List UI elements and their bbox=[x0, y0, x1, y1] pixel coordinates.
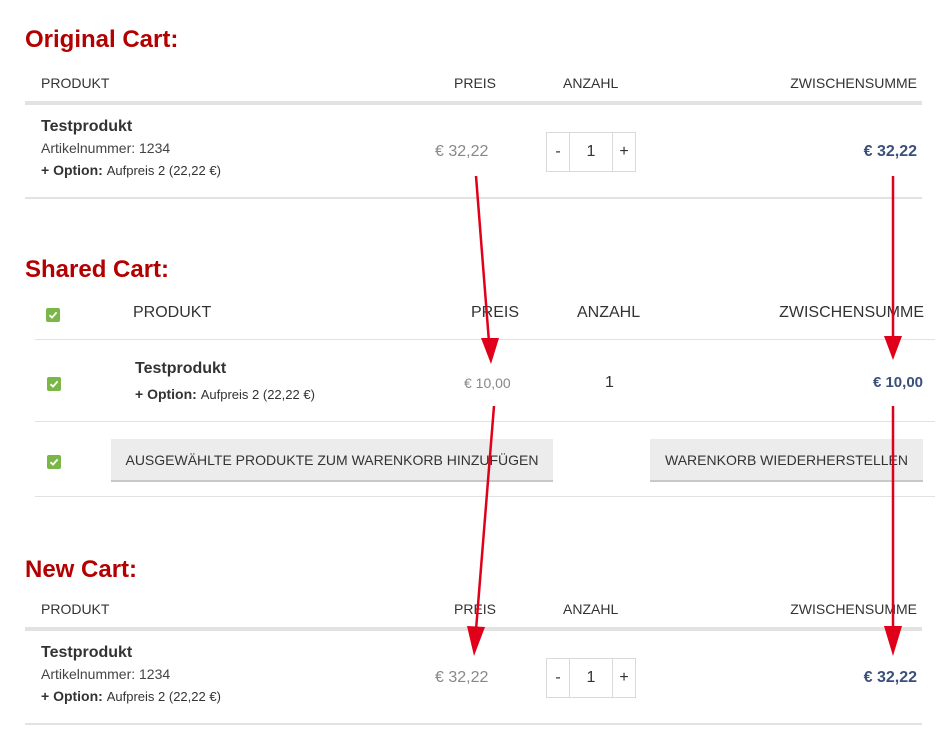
new-header-divider bbox=[25, 627, 922, 631]
check-icon bbox=[49, 458, 59, 466]
shared-row-divider bbox=[35, 421, 935, 422]
shared-cart-title: Shared Cart: bbox=[25, 256, 170, 283]
shared-header-subtotal: ZWISCHENSUMME bbox=[779, 304, 924, 321]
product-name: Testprodukt bbox=[41, 118, 133, 135]
price-arrow-1-head bbox=[481, 338, 499, 364]
original-header-price: PREIS bbox=[454, 75, 497, 91]
original-quantity-stepper[interactable]: - 1 + bbox=[546, 132, 636, 172]
shared-subtotal: € 10,00 bbox=[872, 374, 923, 391]
original-item-info: Testprodukt Artikelnummer: 1234 + Option… bbox=[41, 118, 221, 178]
new-item-info: Testprodukt Artikelnummer: 1234 + Option… bbox=[41, 644, 221, 704]
product-sku: Artikelnummer: 1234 bbox=[41, 140, 171, 156]
shared-header-qty: ANZAHL bbox=[577, 304, 641, 321]
option-label: + Option: bbox=[41, 688, 103, 704]
original-price: € 32,22 bbox=[435, 143, 489, 160]
increment-button[interactable]: + bbox=[613, 133, 635, 171]
original-header-product: PRODUKT bbox=[41, 75, 110, 91]
increment-button[interactable]: + bbox=[613, 659, 635, 697]
original-cart-title: Original Cart: bbox=[25, 26, 179, 53]
original-header-qty: ANZAHL bbox=[563, 75, 619, 91]
decrement-button[interactable]: - bbox=[547, 659, 569, 697]
original-subtotal: € 32,22 bbox=[863, 143, 917, 160]
restore-cart-button[interactable]: WARENKORB WIEDERHERSTELLEN bbox=[650, 439, 923, 482]
shared-footer-divider bbox=[35, 496, 935, 497]
product-option: + Option: Aufpreis 2 (22,22 €) bbox=[41, 688, 221, 704]
select-all-checkbox[interactable] bbox=[46, 308, 60, 322]
check-icon bbox=[49, 380, 59, 388]
option-value: Aufpreis 2 (22,22 €) bbox=[200, 387, 315, 402]
shared-price: € 10,00 bbox=[464, 375, 511, 391]
new-header-qty: ANZAHL bbox=[563, 601, 619, 617]
bulk-checkbox[interactable] bbox=[47, 455, 61, 469]
quantity-value[interactable]: 1 bbox=[569, 659, 613, 697]
decrement-button[interactable]: - bbox=[547, 133, 569, 171]
product-option: + Option: Aufpreis 2 (22,22 €) bbox=[135, 386, 315, 402]
option-value: Aufpreis 2 (22,22 €) bbox=[106, 689, 221, 704]
new-price: € 32,22 bbox=[435, 669, 489, 686]
original-row-divider bbox=[25, 197, 922, 199]
option-label: + Option: bbox=[41, 162, 103, 178]
shared-header-price: PREIS bbox=[471, 304, 520, 321]
new-subtotal: € 32,22 bbox=[863, 669, 917, 686]
option-label: + Option: bbox=[135, 386, 197, 402]
shared-item-info: Testprodukt + Option: Aufpreis 2 (22,22 … bbox=[135, 360, 315, 402]
new-header-price: PREIS bbox=[454, 601, 497, 617]
product-name: Testprodukt bbox=[135, 360, 227, 377]
original-header-subtotal: ZWISCHENSUMME bbox=[790, 75, 917, 91]
shared-header-divider bbox=[35, 339, 935, 340]
new-header-product: PRODUKT bbox=[41, 601, 110, 617]
quantity-value[interactable]: 1 bbox=[569, 133, 613, 171]
shared-header-product: PRODUKT bbox=[133, 304, 212, 321]
option-value: Aufpreis 2 (22,22 €) bbox=[106, 163, 221, 178]
new-cart-title: New Cart: bbox=[25, 556, 138, 583]
item-checkbox[interactable] bbox=[47, 377, 61, 391]
product-name: Testprodukt bbox=[41, 644, 133, 661]
add-selected-to-cart-button[interactable]: AUSGEWÄHLTE PRODUKTE ZUM WARENKORB HINZU… bbox=[111, 439, 553, 482]
new-quantity-stepper[interactable]: - 1 + bbox=[546, 658, 636, 698]
product-option: + Option: Aufpreis 2 (22,22 €) bbox=[41, 162, 221, 178]
product-sku: Artikelnummer: 1234 bbox=[41, 666, 171, 682]
new-header-subtotal: ZWISCHENSUMME bbox=[790, 601, 917, 617]
new-row-divider bbox=[25, 723, 922, 725]
original-header-divider bbox=[25, 101, 922, 105]
shared-quantity: 1 bbox=[605, 374, 614, 391]
check-icon bbox=[48, 311, 58, 319]
